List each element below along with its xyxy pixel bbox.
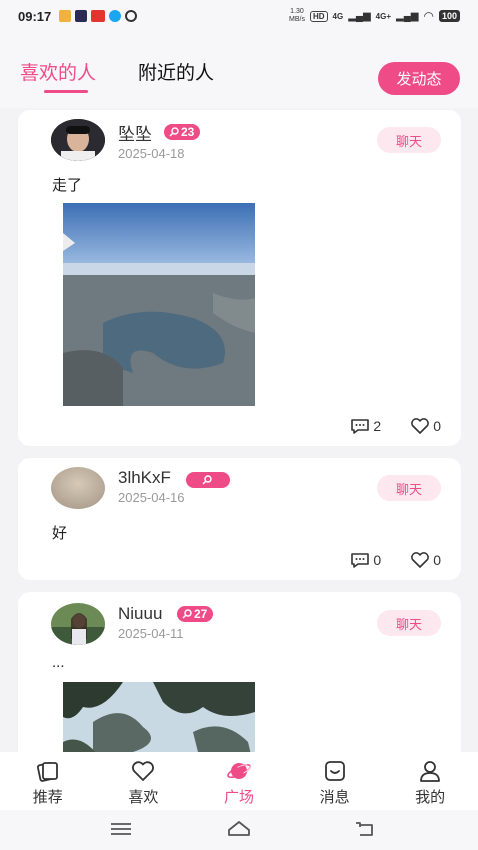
nav-profile-label: 我的 [415,789,446,806]
nav-messages[interactable]: 消息 [287,752,383,810]
nav-likes[interactable]: 喜欢 [96,752,192,810]
video-notification-icon [75,10,88,22]
like-count: 0 [433,418,441,434]
menu-icon[interactable] [108,818,134,840]
system-nav-bar [0,810,478,850]
badge-count: 27 [194,607,208,621]
heart-icon [132,761,155,781]
wifi-icon: ◠ [423,9,434,23]
pin-icon [201,475,212,485]
planet-icon [227,763,251,779]
nav-likes-label: 喜欢 [128,789,159,806]
signal-bars-icon: ▂▄▆ [348,10,371,22]
nav-square[interactable]: 广场 [191,752,287,810]
gallery-notification-icon [59,10,72,22]
post-card: 3lhKxF 2025-04-16 聊天 好 0 0 [18,458,461,580]
live-notification-icon [91,10,106,22]
username: Niuuu [118,604,163,623]
user-level-badge: 23 [164,124,201,140]
nav-recommend[interactable]: 推荐 [0,752,96,810]
hd-label: HD [309,10,328,22]
signal-4g: 4G [332,11,344,21]
post-text: 走了 [52,177,83,194]
cards-icon [36,762,58,782]
comment-count: 2 [373,418,382,434]
comment-icon [351,553,370,568]
post-photo[interactable] [63,203,255,406]
post-actions: 2 0 [349,416,441,436]
person-icon [420,761,441,782]
post-actions: 0 0 [349,550,441,570]
badge-count: 23 [181,125,195,139]
post-date: 2025-04-16 [118,490,185,505]
post-date: 2025-04-11 [118,626,184,641]
chat-button[interactable]: 聊天 [377,127,441,153]
avatar[interactable] [51,119,105,161]
message-icon [324,761,345,781]
heart-outline-icon [411,418,430,434]
qq-notification-icon [109,10,122,22]
username: 3lhKxF [118,468,171,487]
comment-action[interactable]: 2 [349,416,381,436]
post-card: Niuuu 27 2025-04-11 聊天 ... [18,592,461,772]
user-level-badge: 27 [177,606,214,622]
username: 坠坠 [118,125,152,144]
comment-icon [351,419,370,434]
avatar[interactable] [51,467,105,509]
pin-icon [169,127,179,137]
active-tab-indicator [44,90,88,93]
signal-bars-icon-2: ▂▄▆ [396,10,419,22]
home-icon[interactable] [226,818,252,840]
post-date: 2025-04-18 [118,146,185,161]
nav-recommend-label: 推荐 [32,789,63,806]
comment-count: 0 [373,552,382,568]
like-action[interactable]: 0 [409,550,441,570]
network-speed: 1.30 MB/s [289,8,305,23]
nav-profile[interactable]: 我的 [382,752,478,810]
chat-button[interactable]: 聊天 [377,475,441,501]
chat-button[interactable]: 聊天 [377,610,441,636]
avatar[interactable] [51,603,105,645]
post-moment-button[interactable]: 发动态 [378,62,460,95]
post-card: 坠坠 23 2025-04-18 聊天 走了 2 0 [18,110,461,446]
bottom-nav: 推荐 喜欢 广场 消息 我的 [0,752,478,810]
tab-nearby-people[interactable]: 附近的人 [138,58,214,85]
status-time: 09:17 [18,8,52,24]
signal-4g-plus: 4G+ [375,11,392,21]
like-count: 0 [433,552,441,568]
heart-outline-icon [411,552,430,568]
top-header: 喜欢的人 附近的人 发动态 [0,32,478,108]
user-level-badge [186,472,230,488]
battery-indicator: 100 [438,10,460,22]
comment-action[interactable]: 0 [349,550,381,570]
tab-liked-people[interactable]: 喜欢的人 [20,58,96,85]
nav-messages-label: 消息 [319,789,350,806]
pin-icon [182,609,192,619]
status-right: 1.30 MB/s HD 4G ▂▄▆ 4G+ ▂▄▆ ◠ 100 [289,8,460,24]
post-text: ... [52,654,65,671]
like-action[interactable]: 0 [409,416,441,436]
status-bar: 09:17 1.30 MB/s HD 4G ▂▄▆ 4G+ ▂▄▆ ◠ 100 [0,0,478,32]
post-text: 好 [52,525,68,542]
back-icon[interactable] [352,818,378,840]
notification-icons [59,10,138,22]
link-notification-icon [125,10,138,22]
nav-square-label: 广场 [223,789,254,806]
